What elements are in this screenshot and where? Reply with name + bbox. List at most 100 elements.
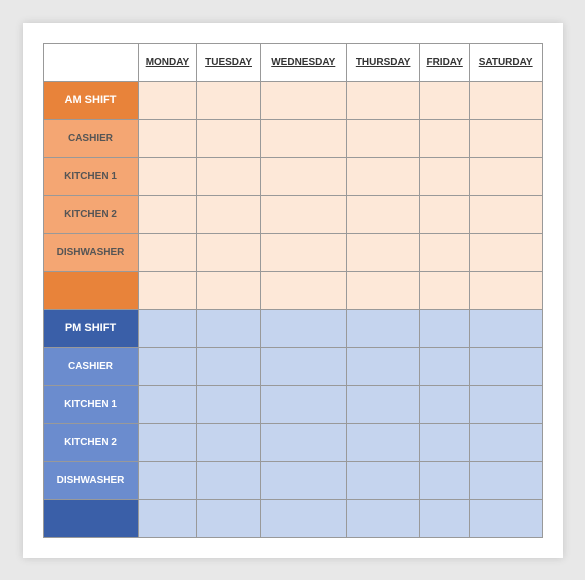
am-dishwasher-wed[interactable]	[260, 233, 346, 271]
pm-kitchen1-wed[interactable]	[260, 385, 346, 423]
am-cashier-label: CASHIER	[43, 119, 138, 157]
pm-kitchen2-thu[interactable]	[346, 423, 420, 461]
pm-dishwasher-thu[interactable]	[346, 461, 420, 499]
pm-kitchen1-thu[interactable]	[346, 385, 420, 423]
pm-kitchen2-label: KITCHEN 2	[43, 423, 138, 461]
pm-shift-sat[interactable]	[469, 309, 542, 347]
am-dishwasher-mon[interactable]	[138, 233, 197, 271]
am-shift-thu[interactable]	[346, 81, 420, 119]
col-thursday: THURSDAY	[346, 43, 420, 81]
pm-dishwasher-mon[interactable]	[138, 461, 197, 499]
am-kitchen1-mon[interactable]	[138, 157, 197, 195]
corner-cell	[43, 43, 138, 81]
col-saturday: SATURDAY	[469, 43, 542, 81]
pm-extra-label	[43, 499, 138, 537]
am-extra-fri[interactable]	[420, 271, 469, 309]
am-dishwasher-tue[interactable]	[197, 233, 260, 271]
pm-kitchen2-fri[interactable]	[420, 423, 469, 461]
pm-kitchen2-sat[interactable]	[469, 423, 542, 461]
am-shift-sat[interactable]	[469, 81, 542, 119]
am-extra-sat[interactable]	[469, 271, 542, 309]
am-kitchen2-wed[interactable]	[260, 195, 346, 233]
pm-extra-thu[interactable]	[346, 499, 420, 537]
am-kitchen2-row: KITCHEN 2	[43, 195, 542, 233]
col-tuesday: TUESDAY	[197, 43, 260, 81]
schedule-page: MONDAY TUESDAY WEDNESDAY THURSDAY FRIDAY…	[23, 23, 563, 558]
pm-cashier-sat[interactable]	[469, 347, 542, 385]
am-dishwasher-fri[interactable]	[420, 233, 469, 271]
pm-shift-fri[interactable]	[420, 309, 469, 347]
pm-dishwasher-row: DISHWASHER	[43, 461, 542, 499]
pm-shift-mon[interactable]	[138, 309, 197, 347]
am-cashier-sat[interactable]	[469, 119, 542, 157]
pm-extra-wed[interactable]	[260, 499, 346, 537]
pm-extra-fri[interactable]	[420, 499, 469, 537]
pm-cashier-wed[interactable]	[260, 347, 346, 385]
am-extra-mon[interactable]	[138, 271, 197, 309]
pm-dishwasher-wed[interactable]	[260, 461, 346, 499]
am-dishwasher-row: DISHWASHER	[43, 233, 542, 271]
am-cashier-mon[interactable]	[138, 119, 197, 157]
am-cashier-fri[interactable]	[420, 119, 469, 157]
pm-cashier-mon[interactable]	[138, 347, 197, 385]
pm-kitchen2-mon[interactable]	[138, 423, 197, 461]
pm-dishwasher-fri[interactable]	[420, 461, 469, 499]
pm-extra-sat[interactable]	[469, 499, 542, 537]
pm-shift-tue[interactable]	[197, 309, 260, 347]
pm-kitchen1-tue[interactable]	[197, 385, 260, 423]
am-dishwasher-sat[interactable]	[469, 233, 542, 271]
am-shift-mon[interactable]	[138, 81, 197, 119]
am-cashier-wed[interactable]	[260, 119, 346, 157]
am-kitchen1-wed[interactable]	[260, 157, 346, 195]
schedule-table: MONDAY TUESDAY WEDNESDAY THURSDAY FRIDAY…	[43, 43, 543, 538]
pm-cashier-thu[interactable]	[346, 347, 420, 385]
pm-dishwasher-tue[interactable]	[197, 461, 260, 499]
col-friday: FRIDAY	[420, 43, 469, 81]
pm-dishwasher-sat[interactable]	[469, 461, 542, 499]
pm-cashier-label: CASHIER	[43, 347, 138, 385]
pm-kitchen1-mon[interactable]	[138, 385, 197, 423]
pm-cashier-row: CASHIER	[43, 347, 542, 385]
am-kitchen2-tue[interactable]	[197, 195, 260, 233]
am-extra-thu[interactable]	[346, 271, 420, 309]
am-shift-fri[interactable]	[420, 81, 469, 119]
am-kitchen1-label: KITCHEN 1	[43, 157, 138, 195]
pm-cashier-fri[interactable]	[420, 347, 469, 385]
am-shift-tue[interactable]	[197, 81, 260, 119]
am-kitchen2-label: KITCHEN 2	[43, 195, 138, 233]
col-monday: MONDAY	[138, 43, 197, 81]
am-extra-label	[43, 271, 138, 309]
pm-extra-row	[43, 499, 542, 537]
pm-dishwasher-label: DISHWASHER	[43, 461, 138, 499]
pm-kitchen2-tue[interactable]	[197, 423, 260, 461]
pm-extra-tue[interactable]	[197, 499, 260, 537]
am-kitchen2-thu[interactable]	[346, 195, 420, 233]
am-shift-label: AM SHIFT	[43, 81, 138, 119]
am-cashier-thu[interactable]	[346, 119, 420, 157]
pm-kitchen1-label: KITCHEN 1	[43, 385, 138, 423]
am-kitchen1-sat[interactable]	[469, 157, 542, 195]
pm-cashier-tue[interactable]	[197, 347, 260, 385]
pm-kitchen1-row: KITCHEN 1	[43, 385, 542, 423]
am-extra-tue[interactable]	[197, 271, 260, 309]
pm-kitchen1-fri[interactable]	[420, 385, 469, 423]
am-dishwasher-label: DISHWASHER	[43, 233, 138, 271]
am-kitchen1-tue[interactable]	[197, 157, 260, 195]
am-kitchen1-fri[interactable]	[420, 157, 469, 195]
pm-kitchen1-sat[interactable]	[469, 385, 542, 423]
am-kitchen2-fri[interactable]	[420, 195, 469, 233]
pm-shift-wed[interactable]	[260, 309, 346, 347]
am-shift-wed[interactable]	[260, 81, 346, 119]
pm-extra-mon[interactable]	[138, 499, 197, 537]
am-kitchen2-sat[interactable]	[469, 195, 542, 233]
am-dishwasher-thu[interactable]	[346, 233, 420, 271]
am-kitchen1-row: KITCHEN 1	[43, 157, 542, 195]
pm-kitchen2-row: KITCHEN 2	[43, 423, 542, 461]
pm-kitchen2-wed[interactable]	[260, 423, 346, 461]
am-kitchen1-thu[interactable]	[346, 157, 420, 195]
am-extra-wed[interactable]	[260, 271, 346, 309]
am-cashier-tue[interactable]	[197, 119, 260, 157]
am-kitchen2-mon[interactable]	[138, 195, 197, 233]
pm-shift-thu[interactable]	[346, 309, 420, 347]
am-cashier-row: CASHIER	[43, 119, 542, 157]
